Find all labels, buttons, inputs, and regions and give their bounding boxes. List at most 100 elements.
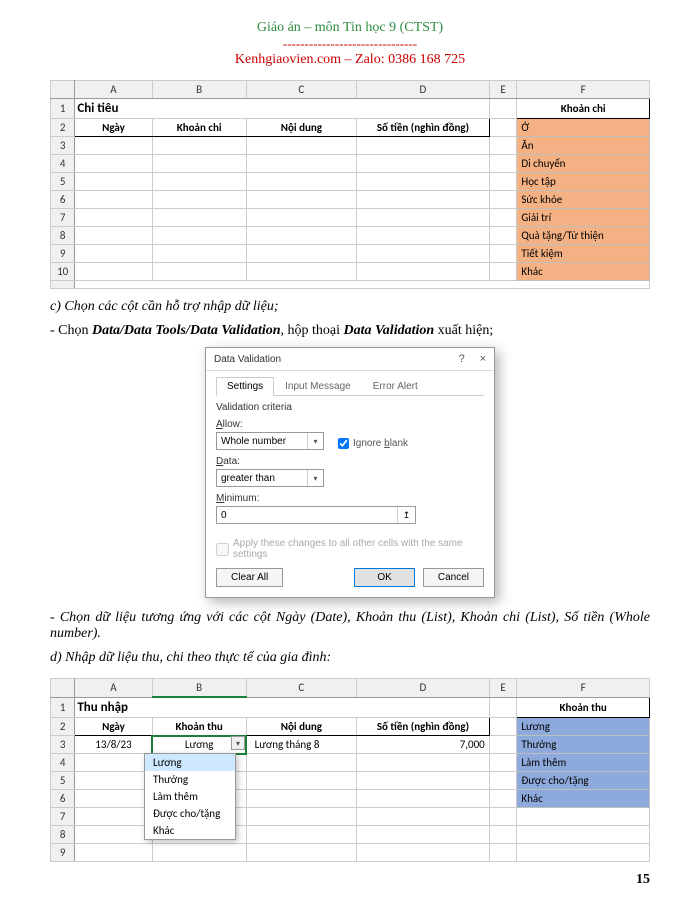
data-label: Data:	[216, 456, 484, 467]
dropdown-item[interactable]: Thưởng	[145, 771, 235, 788]
row-header[interactable]: 1	[51, 99, 75, 119]
cell-khoan-chi-item[interactable]: Sức khỏe	[517, 191, 650, 209]
cell[interactable]	[489, 119, 517, 137]
chevron-down-icon: ▾	[307, 470, 323, 486]
col-header-f[interactable]: F	[517, 81, 650, 99]
tab-error-alert[interactable]: Error Alert	[362, 377, 429, 395]
dropdown-item[interactable]: Khác	[145, 822, 235, 839]
cell-header-ngay[interactable]: Ngày	[75, 718, 152, 736]
range-selector-icon[interactable]: ↥	[397, 507, 415, 523]
cell-header-khoan-chi[interactable]: Khoản chi	[152, 119, 246, 137]
cell-khoan-chi-item[interactable]: Ở	[517, 119, 650, 137]
cell-khoan-chi-header[interactable]: Khoản chi	[517, 99, 650, 119]
row-header[interactable]: 5	[51, 173, 75, 191]
col-header-c[interactable]: C	[246, 81, 357, 99]
cell-khoan-chi-item[interactable]: Di chuyển	[517, 155, 650, 173]
tab-input-message[interactable]: Input Message	[274, 377, 362, 395]
cell[interactable]	[489, 99, 517, 119]
col-header-f[interactable]: F	[517, 679, 650, 698]
allow-combo[interactable]: Whole number ▾	[216, 432, 324, 450]
cell-header-ngay[interactable]: Ngày	[75, 119, 152, 137]
minimum-input[interactable]: 0 ↥	[216, 506, 416, 524]
row-header[interactable]: 3	[51, 137, 75, 155]
validation-dropdown-list[interactable]: Lương Thưởng Làm thêm Được cho/tặng Khác	[144, 753, 236, 840]
close-icon[interactable]: ×	[480, 353, 486, 365]
excel-table-thu-nhap: A B C D E F 1 Thu nhập Khoản thu 2 Ngày …	[50, 678, 650, 862]
col-header-a[interactable]: A	[75, 81, 152, 99]
col-header-c[interactable]: C	[246, 679, 357, 698]
cell-khoan-thu-item[interactable]: Thưởng	[517, 736, 650, 754]
dropdown-item[interactable]: Lương	[145, 754, 235, 771]
cell-header-so-tien[interactable]: Số tiền (nghìn đồng)	[357, 718, 490, 736]
cell-khoan-chi-item[interactable]: Ăn	[517, 137, 650, 155]
row-header[interactable]: 7	[51, 808, 75, 826]
row-header[interactable]: 7	[51, 209, 75, 227]
cell-khoan-chi-item[interactable]: Tiết kiệm	[517, 245, 650, 263]
row-header[interactable]: 5	[51, 772, 75, 790]
cell-noi-dung[interactable]: Lương tháng 8	[246, 736, 357, 754]
cell-header-noi-dung[interactable]: Nội dung	[246, 718, 357, 736]
tab-settings[interactable]: Settings	[216, 377, 274, 396]
clear-all-button[interactable]: Clear All	[216, 568, 283, 587]
dropdown-item[interactable]: Được cho/tặng	[145, 805, 235, 822]
row-header[interactable]: 8	[51, 227, 75, 245]
cell-title-chi-tieu[interactable]: Chi tiêu	[75, 99, 489, 119]
body-text-select-data: - Chọn dữ liệu tương ứng với các cột Ngà…	[50, 610, 650, 642]
cell-header-noi-dung[interactable]: Nội dung	[246, 119, 357, 137]
row-header[interactable]: 4	[51, 155, 75, 173]
dropdown-arrow-icon[interactable]: ▾	[231, 736, 245, 750]
allow-label: Allow:	[216, 419, 324, 430]
cell-title-thu-nhap[interactable]: Thu nhập	[75, 697, 489, 718]
cell-date[interactable]: 13/8/23	[75, 736, 152, 754]
row-header[interactable]: 8	[51, 826, 75, 844]
col-header-d[interactable]: D	[357, 679, 490, 698]
minimum-label: Minimum:	[216, 493, 484, 504]
dropdown-item[interactable]: Làm thêm	[145, 788, 235, 805]
page-number: 15	[50, 872, 650, 888]
help-icon[interactable]: ?	[459, 353, 465, 365]
row-header[interactable]	[51, 281, 75, 289]
row-header[interactable]: 6	[51, 191, 75, 209]
doc-subtitle: Kenhgiaovien.com – Zalo: 0386 168 725	[50, 52, 650, 68]
col-header-e[interactable]: E	[489, 679, 517, 698]
dialog-titlebar[interactable]: Data Validation ? ×	[206, 348, 494, 371]
row-header[interactable]: 4	[51, 754, 75, 772]
row-header[interactable]: 10	[51, 263, 75, 281]
col-header-d[interactable]: D	[357, 81, 490, 99]
cell-khoan-chi-item[interactable]: Học tập	[517, 173, 650, 191]
cell-khoan-chi-item[interactable]: Quà tặng/Từ thiện	[517, 227, 650, 245]
col-header-e[interactable]: E	[489, 81, 517, 99]
row-header[interactable]: 2	[51, 119, 75, 137]
col-header-b[interactable]: B	[152, 81, 246, 99]
ok-button[interactable]: OK	[354, 568, 414, 587]
row-header[interactable]: 3	[51, 736, 75, 754]
col-header-b[interactable]: B	[152, 679, 246, 698]
row-header[interactable]: 6	[51, 790, 75, 808]
sheet-corner[interactable]	[51, 81, 75, 99]
cell-header-so-tien[interactable]: Số tiền (nghìn đồng)	[357, 119, 490, 137]
cell-khoan-thu-item[interactable]: Khác	[517, 790, 650, 808]
data-combo[interactable]: greater than ▾	[216, 469, 324, 487]
cell-khoan-thu-item[interactable]: Làm thêm	[517, 754, 650, 772]
row-header[interactable]: 9	[51, 844, 75, 862]
body-text-data-validation: - Chọn Data/Data Tools/Data Validation, …	[50, 323, 650, 339]
cell-so-tien[interactable]: 7,000	[357, 736, 490, 754]
cell[interactable]	[489, 718, 517, 736]
cell-khoan-thu-item[interactable]: Được cho/tặng	[517, 772, 650, 790]
cell-header-khoan-thu[interactable]: Khoản thu	[152, 718, 246, 736]
col-header-a[interactable]: A	[75, 679, 152, 698]
row-header[interactable]: 2	[51, 718, 75, 736]
row-header[interactable]: 9	[51, 245, 75, 263]
body-text-d: d) Nhập dữ liệu thu, chi theo thực tế củ…	[50, 650, 650, 666]
sheet-corner[interactable]	[51, 679, 75, 698]
row-header[interactable]: 1	[51, 697, 75, 718]
cell-khoan-chi-item[interactable]: Giải trí	[517, 209, 650, 227]
cell-khoan-thu-header[interactable]: Khoản thu	[517, 697, 650, 718]
cell-khoan-thu-item[interactable]: Lương	[517, 718, 650, 736]
cell[interactable]	[489, 697, 517, 718]
cancel-button[interactable]: Cancel	[423, 568, 484, 587]
ignore-blank-checkbox[interactable]	[338, 438, 349, 449]
ignore-blank-label: Ignore blank	[353, 438, 408, 449]
cell[interactable]	[489, 736, 517, 754]
cell-khoan-chi-item[interactable]: Khác	[517, 263, 650, 281]
